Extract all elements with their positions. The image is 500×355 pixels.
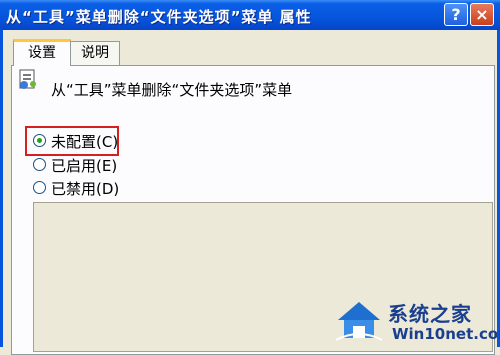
tab-explain[interactable]: 说明 — [70, 41, 120, 65]
close-button[interactable]: × — [470, 3, 494, 26]
radio-label-not-configured: 未配置(C) — [51, 133, 119, 151]
watermark-title: 系统之家 — [388, 302, 472, 326]
tab-settings-label: 设置 — [28, 45, 56, 61]
radio-selected-indicator[interactable] — [33, 134, 46, 147]
site-watermark: 系统之家 Win10net.com — [332, 296, 500, 347]
policy-name: 从“工具”菜单删除“文件夹选项”菜单 — [51, 81, 293, 99]
help-icon: ? — [451, 5, 461, 24]
watermark-url: Win10net.com — [392, 325, 500, 343]
house-logo-icon — [335, 302, 383, 341]
close-icon: × — [475, 5, 489, 24]
tab-settings[interactable]: 设置 — [13, 39, 71, 66]
radio-label-disabled: 已禁用(D) — [51, 180, 120, 198]
properties-dialog: 从“工具”菜单删除“文件夹选项”菜单 属性 ? × 设置 说明 从“工具”菜单删… — [0, 0, 500, 355]
window-title: 从“工具”菜单删除“文件夹选项”菜单 属性 — [6, 8, 312, 26]
title-bar[interactable]: 从“工具”菜单删除“文件夹选项”菜单 属性 ? × — [0, 0, 500, 30]
radio-label-enabled: 已启用(E) — [51, 157, 118, 175]
radio-indicator[interactable] — [33, 158, 46, 171]
policy-setting-icon — [19, 69, 36, 89]
radio-indicator[interactable] — [33, 181, 46, 194]
help-button[interactable]: ? — [444, 3, 468, 26]
tab-explain-label: 说明 — [81, 45, 109, 61]
